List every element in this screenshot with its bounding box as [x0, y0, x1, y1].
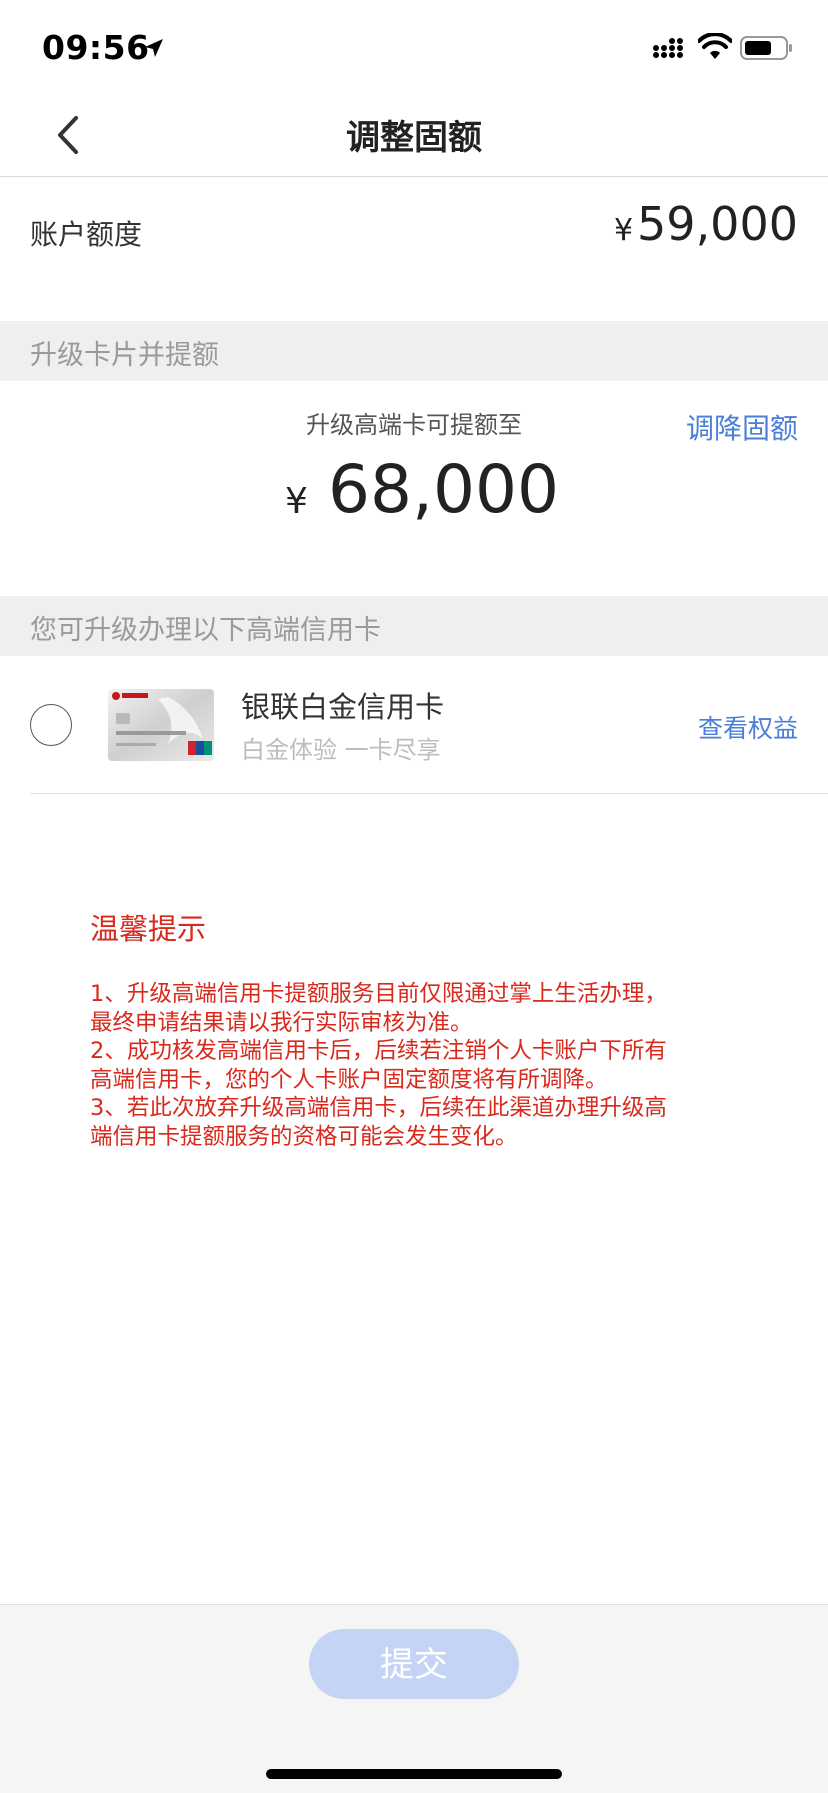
- location-arrow-icon: [145, 39, 163, 57]
- tips-line: 1、升级高端信用卡提额服务目前仅限通过掌上生活办理，: [90, 981, 667, 1007]
- nav-bar: 调整固额: [0, 96, 828, 177]
- upgrade-amount-block: 升级高端卡可提额至 调降固额 ¥ 68,000: [0, 381, 828, 596]
- account-limit-amount: 59,000: [637, 197, 798, 251]
- cards-section-title: 您可升级办理以下高端信用卡: [30, 615, 381, 646]
- upgrade-section-header: 升级卡片并提额: [0, 321, 828, 381]
- status-time: 09:56: [42, 28, 150, 67]
- signal-icon: [653, 38, 683, 58]
- tips-line: 端信用卡提额服务的资格可能会发生变化。: [90, 1123, 518, 1150]
- credit-card-image: [108, 689, 214, 761]
- view-benefits-link[interactable]: 查看权益: [698, 709, 798, 745]
- page-title: 调整固额: [346, 118, 482, 158]
- upgrade-amount: 68,000: [328, 451, 559, 528]
- tips-line: 最终申请结果请以我行实际审核为准。: [90, 1009, 473, 1036]
- tips-line: 2、成功核发高端信用卡后，后续若注销个人卡账户下所有: [90, 1038, 667, 1064]
- account-limit-label: 账户额度: [30, 218, 143, 251]
- cards-section-header: 您可升级办理以下高端信用卡: [0, 596, 828, 656]
- card-option-row[interactable]: 银联白金信用卡 白金体验 一卡尽享 查看权益: [0, 656, 828, 794]
- upgrade-currency-symbol: ¥: [285, 481, 308, 522]
- divider: [30, 793, 828, 794]
- tips-line: 高端信用卡，您的个人卡账户固定额度将有所调降。: [90, 1066, 608, 1093]
- wifi-icon: [698, 33, 732, 59]
- tips-line: 3、若此次放弃升级高端信用卡，后续在此渠道办理升级高: [90, 1095, 667, 1121]
- bottom-action-bar: 提交: [0, 1604, 828, 1793]
- account-limit-row: 账户额度 ¥ 59,000: [0, 177, 828, 321]
- card-subtitle: 白金体验 一卡尽享: [241, 736, 441, 764]
- status-bar: 09:56: [0, 0, 828, 96]
- account-currency-symbol: ¥: [614, 213, 634, 248]
- reduce-limit-link[interactable]: 调降固额: [686, 407, 798, 447]
- card-select-radio[interactable]: [30, 704, 72, 746]
- submit-button[interactable]: 提交: [309, 1629, 519, 1699]
- home-indicator: [266, 1769, 562, 1779]
- tips-body: 1、升级高端信用卡提额服务目前仅限通过掌上生活办理， 最终申请结果请以我行实际审…: [90, 980, 750, 1151]
- tips-title: 温馨提示: [90, 912, 207, 946]
- upgrade-section-title: 升级卡片并提额: [30, 340, 219, 371]
- card-name: 银联白金信用卡: [241, 690, 445, 724]
- battery-icon: [740, 36, 792, 60]
